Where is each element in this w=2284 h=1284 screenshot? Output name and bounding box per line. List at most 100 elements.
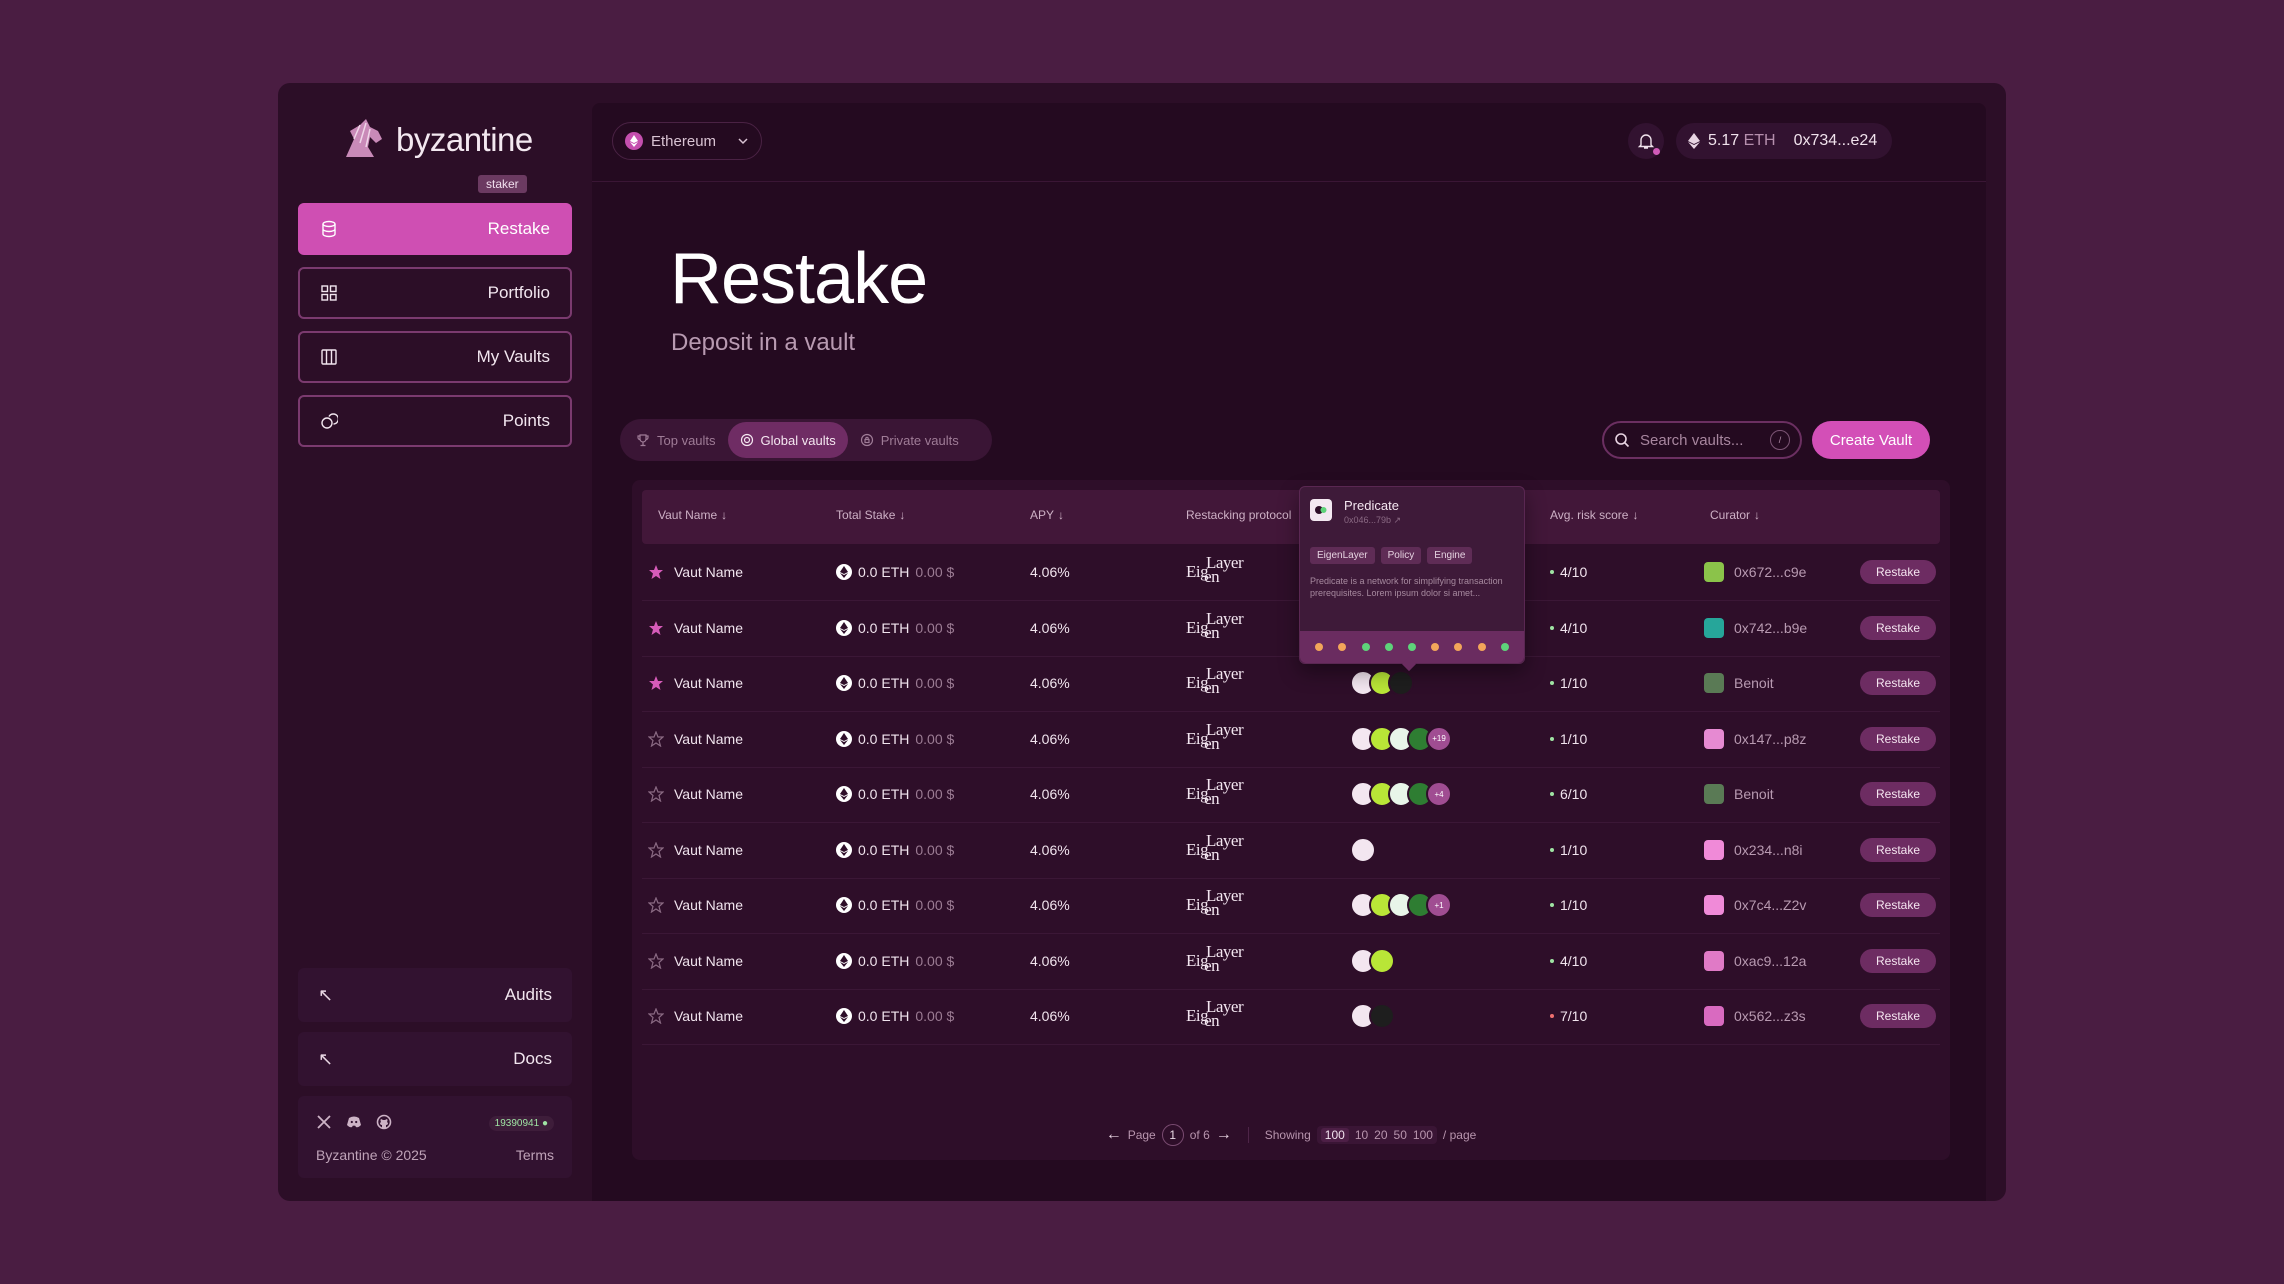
page-size-selected[interactable]: 100 bbox=[1320, 1128, 1349, 1142]
predicate-logo-icon bbox=[1310, 499, 1332, 521]
vault-name[interactable]: Vaut Name bbox=[674, 655, 743, 711]
page-size-option[interactable]: 20 bbox=[1374, 1128, 1387, 1142]
github-icon[interactable] bbox=[376, 1114, 392, 1130]
vault-name[interactable]: Vaut Name bbox=[674, 988, 743, 1044]
tab-private-vaults[interactable]: Private vaults bbox=[848, 422, 971, 458]
favorite-star-icon[interactable] bbox=[648, 711, 664, 767]
tab-top-vaults[interactable]: Top vaults bbox=[624, 422, 728, 458]
page-size-option[interactable]: 10 bbox=[1355, 1128, 1368, 1142]
col-curator[interactable]: Curator ↓ bbox=[1710, 508, 1760, 522]
restake-button[interactable]: Restake bbox=[1860, 782, 1936, 806]
tooltip-score-dots bbox=[1300, 631, 1524, 663]
avs-more-count[interactable]: +4 bbox=[1426, 781, 1452, 807]
restake-button[interactable]: Restake bbox=[1860, 726, 1936, 751]
table-row[interactable]: Vaut Name 0.0 ETH 0.00 $ 4.06% Eigen Layer 1/1… bbox=[642, 655, 1940, 712]
sidebar-item-restake[interactable]: Restake bbox=[298, 203, 572, 255]
risk-indicator-dot bbox=[1550, 570, 1554, 574]
avs-stack[interactable]: +1 bbox=[1350, 877, 1452, 933]
table-row[interactable]: Vaut Name 0.0 ETH 0.00 $ 4.06% Eigen Layer +1 1… bbox=[642, 877, 1940, 934]
network-selector[interactable]: Ethereum bbox=[612, 122, 762, 160]
protocol-text-sup: Layer bbox=[1206, 664, 1244, 683]
horse-logo-icon bbox=[346, 119, 382, 157]
vault-name[interactable]: Vaut Name bbox=[674, 877, 743, 933]
col-total-stake[interactable]: Total Stake ↓ bbox=[836, 508, 905, 522]
favorite-star-icon[interactable] bbox=[648, 988, 664, 1044]
vault-name[interactable]: Vaut Name bbox=[674, 600, 743, 656]
table-row[interactable]: Vaut Name 0.0 ETH 0.00 $ 4.06% Eigen Layer 7/1… bbox=[642, 988, 1940, 1045]
restake-button[interactable]: Restake bbox=[1860, 560, 1936, 584]
curator[interactable]: 0x147...p8z bbox=[1704, 711, 1806, 767]
curator[interactable]: 0x234...n8i bbox=[1704, 822, 1803, 878]
favorite-star-icon[interactable] bbox=[648, 877, 664, 933]
notifications-button[interactable] bbox=[1628, 123, 1664, 159]
table-row[interactable]: Vaut Name 0.0 ETH 0.00 $ 4.06% Eigen Layer 4/1… bbox=[642, 933, 1940, 990]
restake-button[interactable]: Restake bbox=[1860, 837, 1936, 862]
table-row[interactable]: Vaut Name 0.0 ETH 0.00 $ 4.06% Eigen Layer +19… bbox=[642, 711, 1940, 768]
restake-button[interactable]: Restake bbox=[1860, 1004, 1936, 1028]
vault-name[interactable]: Vaut Name bbox=[674, 822, 743, 878]
page-size-option[interactable]: 100 bbox=[1413, 1128, 1433, 1142]
table-row[interactable]: Vaut Name 0.0 ETH 0.00 $ 4.06% Eigen Layer 4/1… bbox=[642, 544, 1940, 601]
curator-avatar bbox=[1704, 895, 1724, 915]
restake-button[interactable]: Restake bbox=[1860, 615, 1936, 640]
sidebar-item-portfolio[interactable]: Portfolio bbox=[298, 267, 572, 319]
favorite-star-icon[interactable] bbox=[648, 600, 664, 656]
col-vault-name[interactable]: Vaut Name ↓ bbox=[658, 508, 727, 522]
audits-link[interactable]: ↖ Audits bbox=[298, 968, 572, 1022]
tab-global-vaults[interactable]: Global vaults bbox=[727, 422, 848, 458]
col-label: Curator bbox=[1710, 508, 1751, 522]
favorite-star-icon[interactable] bbox=[648, 766, 664, 822]
vault-name[interactable]: Vaut Name bbox=[674, 544, 743, 600]
page-number[interactable]: 1 bbox=[1161, 1124, 1184, 1146]
favorite-star-icon[interactable] bbox=[648, 544, 664, 600]
grid-icon bbox=[321, 285, 337, 301]
table-row[interactable]: Vaut Name 0.0 ETH 0.00 $ 4.06% Eigen Layer +4 6… bbox=[642, 766, 1940, 823]
avs-more-count[interactable]: +1 bbox=[1426, 892, 1452, 918]
favorite-star-icon[interactable] bbox=[648, 655, 664, 711]
stake-eth: 0.0 ETH bbox=[858, 786, 910, 802]
avs-stack[interactable]: +19 bbox=[1350, 711, 1452, 767]
prev-page-icon[interactable]: ← bbox=[1106, 1126, 1122, 1144]
avs-more-count[interactable]: +19 bbox=[1426, 725, 1452, 752]
curator[interactable]: Benoit bbox=[1704, 655, 1774, 711]
page-size-option[interactable]: 50 bbox=[1394, 1128, 1407, 1142]
docs-link[interactable]: ↖ Docs bbox=[298, 1032, 572, 1086]
sort-down-icon: ↓ bbox=[1754, 508, 1761, 522]
restake-button[interactable]: Restake bbox=[1860, 893, 1936, 917]
curator[interactable]: 0xac9...12a bbox=[1704, 933, 1806, 989]
avs-stack[interactable] bbox=[1350, 822, 1376, 878]
next-page-icon[interactable]: → bbox=[1216, 1126, 1232, 1144]
avs-stack[interactable] bbox=[1350, 988, 1395, 1044]
curator-avatar bbox=[1704, 673, 1724, 693]
avs-stack[interactable]: +4 bbox=[1350, 766, 1452, 822]
col-risk-score[interactable]: Avg. risk score ↓ bbox=[1550, 508, 1638, 522]
search-input[interactable]: Search vaults... / bbox=[1602, 421, 1802, 459]
wallet-button[interactable]: 5.17 ETH 0x734...e24 bbox=[1676, 123, 1892, 159]
terms-link[interactable]: Terms bbox=[516, 1147, 554, 1163]
curator[interactable]: 0x562...z3s bbox=[1704, 988, 1806, 1044]
curator[interactable]: 0x672...c9e bbox=[1704, 544, 1806, 600]
favorite-star-icon[interactable] bbox=[648, 822, 664, 878]
discord-icon[interactable] bbox=[346, 1114, 362, 1130]
table-row[interactable]: Vaut Name 0.0 ETH 0.00 $ 4.06% Eigen Layer 1/1… bbox=[642, 822, 1940, 879]
sidebar-item-points[interactable]: Points bbox=[298, 395, 572, 447]
curator[interactable]: 0x742...b9e bbox=[1704, 600, 1807, 656]
vault-name[interactable]: Vaut Name bbox=[674, 933, 743, 989]
vault-name[interactable]: Vaut Name bbox=[674, 766, 743, 822]
curator-name: Benoit bbox=[1734, 675, 1774, 691]
restake-button[interactable]: Restake bbox=[1860, 948, 1936, 973]
curator[interactable]: Benoit bbox=[1704, 766, 1774, 822]
favorite-star-icon[interactable] bbox=[648, 933, 664, 989]
brand-logo[interactable]: byzantine staker bbox=[340, 117, 533, 193]
sidebar-item-my-vaults[interactable]: My Vaults bbox=[298, 331, 572, 383]
avs-stack[interactable] bbox=[1350, 933, 1395, 989]
x-twitter-icon[interactable] bbox=[316, 1114, 332, 1130]
curator[interactable]: 0x7c4...Z2v bbox=[1704, 877, 1806, 933]
stake-eth: 0.0 ETH bbox=[858, 619, 910, 636]
create-vault-button[interactable]: Create Vault bbox=[1812, 421, 1930, 459]
restake-button[interactable]: Restake bbox=[1860, 671, 1936, 695]
col-apy[interactable]: APY ↓ bbox=[1030, 508, 1064, 522]
vault-name[interactable]: Vaut Name bbox=[674, 711, 743, 767]
stake-usd: 0.00 $ bbox=[915, 897, 955, 913]
table-row[interactable]: Vaut Name 0.0 ETH 0.00 $ 4.06% Eigen Layer 4/1… bbox=[642, 600, 1940, 657]
